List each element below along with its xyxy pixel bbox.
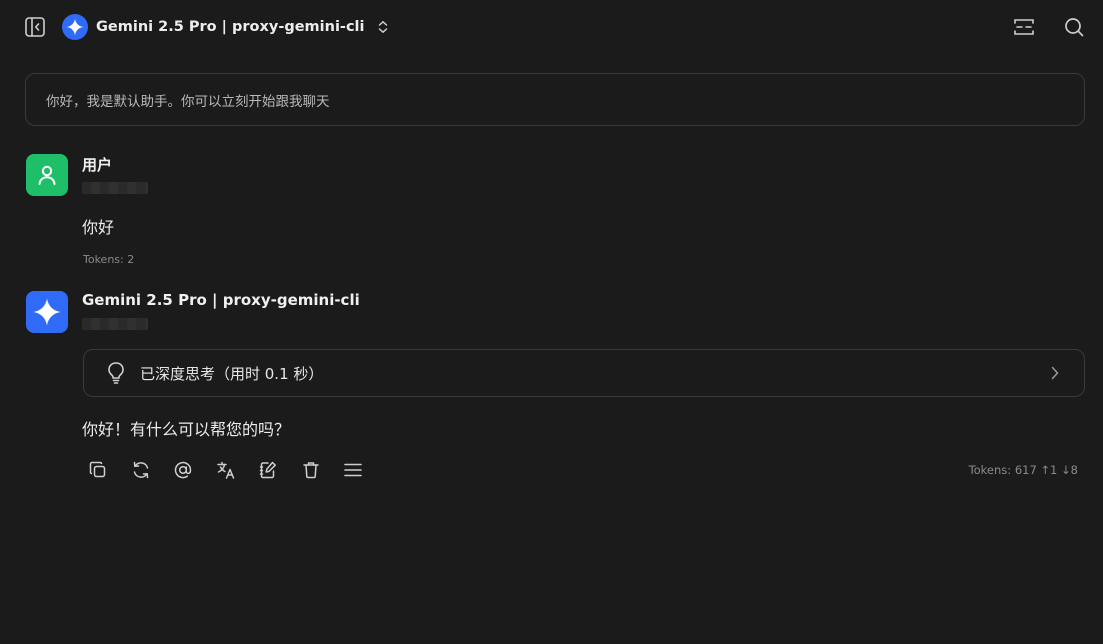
assistant-avatar — [26, 291, 68, 333]
user-avatar — [26, 154, 68, 196]
translate-icon[interactable] — [216, 458, 259, 482]
search-icon[interactable] — [1060, 13, 1088, 41]
regenerate-icon[interactable] — [131, 458, 174, 482]
mention-icon[interactable] — [173, 458, 216, 482]
user-name: 用户 — [82, 156, 113, 174]
top-bar: Gemini 2.5 Pro | proxy-gemini-cli — [0, 0, 1103, 54]
system-prompt-text: 你好，我是默认助手。你可以立刻开始跟我聊天 — [46, 93, 330, 110]
sidebar-toggle-icon[interactable] — [22, 13, 48, 41]
assistant-message-text: 你好！有什么可以帮您的吗？ — [82, 420, 291, 439]
user-token-count: Tokens: 2 — [83, 253, 135, 266]
gemini-logo-icon — [62, 14, 88, 40]
chevron-right-icon — [1046, 364, 1064, 382]
copy-icon[interactable] — [88, 458, 131, 482]
thinking-panel[interactable]: 已深度思考（用时 0.1 秒） — [83, 349, 1085, 397]
menu-icon[interactable] — [343, 458, 386, 482]
user-message-text: 你好 — [82, 218, 115, 237]
expand-icon[interactable] — [1010, 13, 1038, 41]
assistant-name: Gemini 2.5 Pro | proxy-gemini-cli — [82, 291, 360, 309]
model-title: Gemini 2.5 Pro | proxy-gemini-cli — [96, 19, 365, 35]
chevron-updown-icon — [376, 19, 390, 35]
assistant-token-count: Tokens: 617 ↑1 ↓8 — [968, 463, 1078, 477]
lightbulb-icon — [106, 361, 126, 385]
user-timestamp-redacted — [82, 182, 148, 194]
assistant-timestamp-redacted — [82, 318, 148, 330]
delete-icon[interactable] — [301, 458, 344, 482]
edit-icon[interactable] — [258, 458, 301, 482]
message-action-bar — [88, 458, 386, 482]
model-selector[interactable]: Gemini 2.5 Pro | proxy-gemini-cli — [62, 13, 390, 41]
thinking-label: 已深度思考（用时 0.1 秒） — [140, 364, 324, 383]
system-prompt-box[interactable]: 你好，我是默认助手。你可以立刻开始跟我聊天 — [25, 73, 1085, 126]
